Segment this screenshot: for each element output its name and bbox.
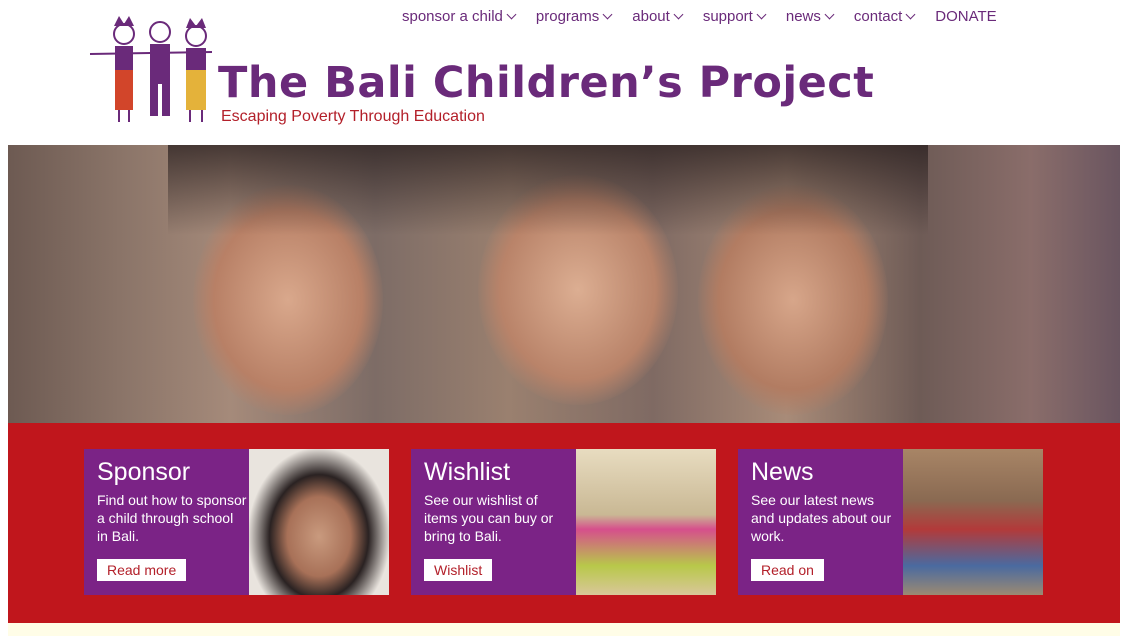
- chevron-down-icon: [824, 9, 835, 20]
- chevron-down-icon: [506, 9, 517, 20]
- nav-sponsor-a-child[interactable]: sponsor a child: [402, 8, 517, 25]
- nav-label: news: [785, 8, 821, 25]
- nav-donate[interactable]: DONATE: [935, 8, 996, 25]
- card-news: News See our latest news and updates abo…: [738, 449, 1043, 595]
- nav-label: DONATE: [935, 8, 997, 25]
- card-description: See our latest news and updates about ou…: [751, 492, 892, 544]
- content-section-top: [8, 623, 1120, 636]
- card-description: See our wishlist of items you can buy or…: [424, 492, 554, 544]
- hero-image: [8, 145, 1120, 423]
- read-more-button[interactable]: Read more: [97, 559, 187, 581]
- nav-label: programs: [535, 8, 600, 25]
- nav-contact[interactable]: contact: [853, 8, 916, 25]
- children-logo-icon: [89, 16, 213, 122]
- wishlist-button[interactable]: Wishlist: [424, 559, 493, 581]
- card-title: Wishlist: [424, 458, 511, 486]
- nav-news[interactable]: news: [785, 8, 835, 25]
- hero-hair: [168, 145, 928, 235]
- feature-band: Sponsor Find out how to sponsor a child …: [8, 423, 1120, 623]
- nav-programs[interactable]: programs: [535, 8, 613, 25]
- site-tagline: Escaping Poverty Through Education: [221, 108, 485, 125]
- card-description: Find out how to sponsor a child through …: [97, 492, 247, 544]
- nav-about[interactable]: about: [632, 8, 684, 25]
- nav-label: sponsor a child: [402, 8, 503, 25]
- main-nav: sponsor a child programs about support n…: [402, 8, 997, 25]
- card-text: News See our latest news and updates abo…: [751, 457, 901, 545]
- nav-label: contact: [853, 8, 903, 25]
- nav-label: about: [632, 8, 670, 25]
- card-text: Sponsor Find out how to sponsor a child …: [97, 457, 247, 545]
- card-sponsor: Sponsor Find out how to sponsor a child …: [84, 449, 389, 595]
- site-logo[interactable]: The Bali Children’s Project Escaping Pov…: [86, 12, 874, 132]
- card-photo: [249, 449, 389, 595]
- site-title: The Bali Children’s Project: [218, 58, 875, 108]
- read-on-button[interactable]: Read on: [751, 559, 824, 581]
- chevron-down-icon: [905, 9, 916, 20]
- chevron-down-icon: [602, 9, 613, 20]
- card-title: Sponsor: [97, 458, 191, 486]
- nav-label: support: [702, 8, 753, 25]
- card-photo: [576, 449, 716, 595]
- nav-support[interactable]: support: [702, 8, 767, 25]
- card-title: News: [751, 458, 814, 486]
- chevron-down-icon: [756, 9, 767, 20]
- card-text: Wishlist See our wishlist of items you c…: [424, 457, 574, 545]
- chevron-down-icon: [673, 9, 684, 20]
- card-photo: [903, 449, 1043, 595]
- card-wishlist: Wishlist See our wishlist of items you c…: [411, 449, 716, 595]
